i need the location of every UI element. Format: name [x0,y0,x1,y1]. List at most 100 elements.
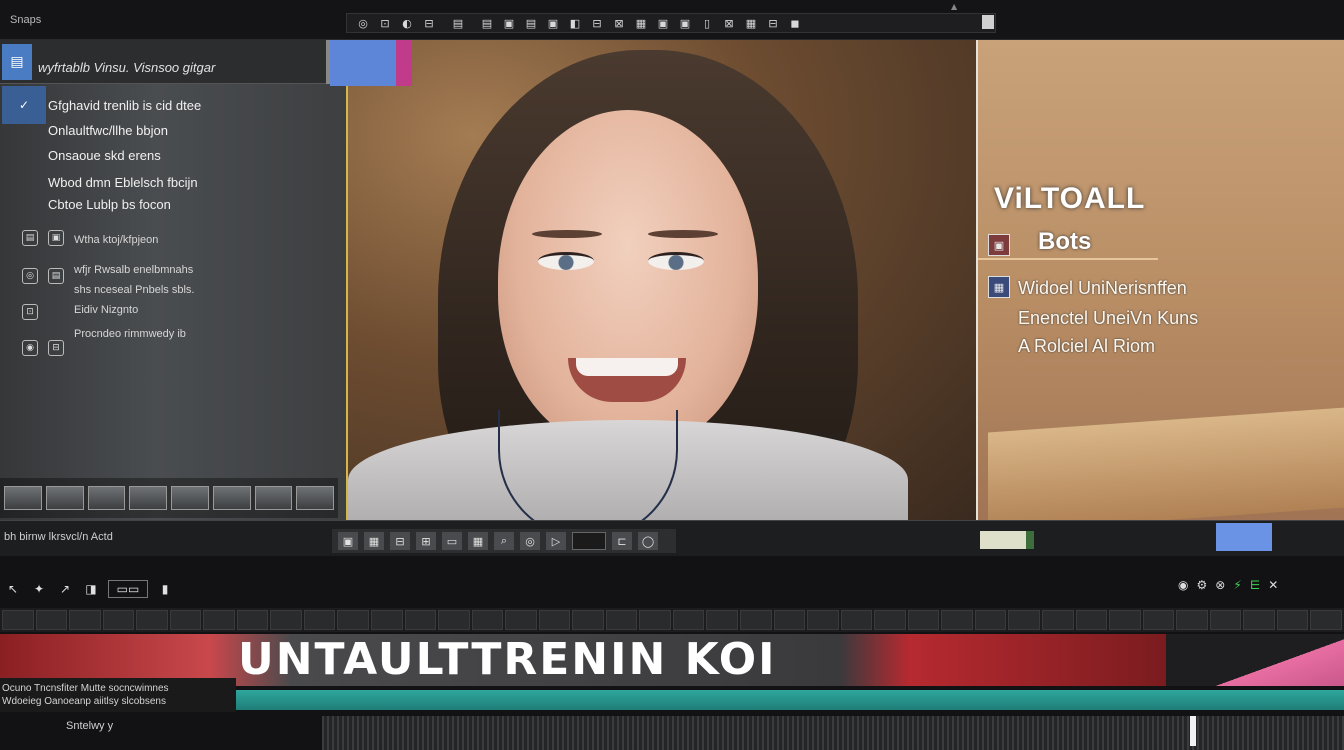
ruler-cell[interactable] [1176,610,1208,630]
layer-icon[interactable]: ⊡ [22,304,38,320]
thumbnail[interactable] [45,486,84,510]
timecode-box[interactable] [572,532,606,550]
ruler-cell[interactable] [169,610,202,630]
check-icon[interactable]: ✓ [2,86,46,124]
transition-clip[interactable] [1166,634,1344,686]
thumbnail[interactable] [87,486,126,510]
transport-button-5[interactable]: ▭ [442,532,462,550]
toolbar-button-19[interactable]: ⊟ [763,15,783,31]
ruler-cell[interactable] [1041,610,1074,630]
layer-icon[interactable]: ⊟ [48,340,64,356]
panel-line-4[interactable]: Wbod dmn Eblelsch fbcijn [48,175,198,190]
toolbar-button-4[interactable]: ⊟ [419,15,439,31]
transport-button-2[interactable]: ▦ [364,532,384,550]
layer-item-5[interactable]: Procndeo rimmwedy ib [74,328,186,340]
ruler-cell[interactable] [605,610,638,630]
ruler-cell[interactable] [438,610,470,630]
layer-item-2[interactable]: wfjr Rwsalb enelbmnahs [74,264,193,276]
ruler-cell[interactable] [471,610,504,630]
split-tool-icon[interactable]: ◨ [82,580,100,598]
mute-icon[interactable]: ⊗ [1215,578,1225,592]
toolbar-button-20[interactable]: ◼ [785,15,805,31]
ruler-cell[interactable] [371,610,403,630]
toolbar-button-16[interactable]: ▯ [697,15,717,31]
layer-icon[interactable]: ▣ [48,230,64,246]
ruler-cell[interactable] [706,610,739,630]
layer-icon[interactable]: ▤ [22,230,38,246]
ruler-cell[interactable] [236,610,269,630]
ruler-cell[interactable] [1310,610,1342,630]
ruler-cell[interactable] [404,610,437,630]
toolbar-button-18[interactable]: ▦ [741,15,761,31]
levels-icon[interactable]: ⋿ [1250,578,1260,592]
panel-line-5[interactable]: Cbtoe Lublp bs focon [48,197,171,212]
ruler-cell[interactable] [35,610,68,630]
toolbar-button-13[interactable]: ▦ [631,15,651,31]
ruler-cell[interactable] [102,610,135,630]
transport-button-1[interactable]: ▣ [338,532,358,550]
toolbar-button-6[interactable]: ▤ [477,15,497,31]
toolbar-button-11[interactable]: ⊟ [587,15,607,31]
transport-button-4[interactable]: ⊞ [416,532,436,550]
render-indicator[interactable] [980,531,1034,549]
title-icon[interactable]: ▣ [988,234,1010,256]
panel-line-1[interactable]: Gfghavid trenlib is cid dtee [48,98,201,113]
playhead[interactable] [1190,716,1196,746]
toolbar-button-12[interactable]: ⊠ [609,15,629,31]
ruler-cell[interactable] [907,610,940,630]
ruler-cell[interactable] [1276,610,1309,630]
ruler-cell[interactable] [1243,610,1275,630]
ruler-cell[interactable] [840,610,873,630]
ruler-cell[interactable] [572,610,604,630]
ruler-cell[interactable] [1008,610,1040,630]
preview-marker[interactable] [330,40,412,86]
ruler-cell[interactable] [203,610,235,630]
layer-item-1[interactable]: Wtha ktoj/kfpjeon [74,234,158,246]
ruler-cell[interactable] [270,610,302,630]
thumbnail[interactable] [254,486,293,510]
ruler-cell[interactable] [1075,610,1108,630]
toolbar-button-3[interactable]: ◐ [397,15,417,31]
toolbar-button-5[interactable]: ▤ [441,15,475,31]
toolbar-button-10[interactable]: ◧ [565,15,585,31]
ruler-cell[interactable] [337,610,370,630]
ruler-cell[interactable] [2,610,34,630]
ruler-cell[interactable] [807,610,839,630]
settings-icon[interactable]: ⚙ [1196,578,1207,592]
thumbnail[interactable] [212,486,251,510]
ruler-cell[interactable] [1109,610,1141,630]
layer-icon[interactable]: ◎ [22,268,38,284]
select-tool-icon[interactable]: ↖ [4,580,22,598]
toolbar-button-2[interactable]: ⊡ [375,15,395,31]
track-size-toggle[interactable]: ▭▭ [108,580,148,598]
marker-icon[interactable]: ▮ [156,580,174,598]
ruler-cell[interactable] [974,610,1007,630]
ruler-cell[interactable] [672,610,705,630]
loop-icon[interactable]: ◯ [638,532,658,550]
toolbar-button-8[interactable]: ▤ [521,15,541,31]
transport-button-3[interactable]: ⊟ [390,532,410,550]
panel-icon[interactable]: ▤ [2,44,32,80]
toolbar-button-9[interactable]: ▣ [543,15,563,31]
panel-line-2[interactable]: Onlaultfwc/llhe bbjon [48,123,168,138]
ruler-cell[interactable] [69,610,101,630]
move-tool-icon[interactable]: ↗ [56,580,74,598]
panel-line-3[interactable]: Onsaoue skd erens [48,148,161,163]
video-clip[interactable] [236,690,1344,710]
ruler-cell[interactable] [874,610,906,630]
ruler-cell[interactable] [538,610,571,630]
layer-icon[interactable]: ◉ [22,340,38,356]
ruler-cell[interactable] [639,610,671,630]
ruler-cell[interactable] [505,610,537,630]
toolbar-end-button[interactable] [982,15,994,29]
ruler-cell[interactable] [740,610,772,630]
video-preview[interactable] [346,40,976,520]
ruler-cell[interactable] [941,610,973,630]
output-marker[interactable] [1216,523,1272,551]
text-layer-icon[interactable]: ▦ [988,276,1010,298]
ruler-cell[interactable] [1142,610,1175,630]
transport-button-10[interactable]: ⊏ [612,532,632,550]
toolbar-button-14[interactable]: ▣ [653,15,673,31]
thumbnail[interactable] [296,486,334,510]
layer-item-3[interactable]: shs nceseal Pnbels sbls. [74,284,194,296]
